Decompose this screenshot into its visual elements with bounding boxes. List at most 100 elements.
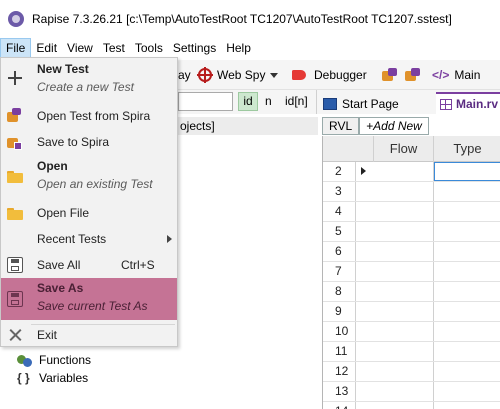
tab-start-page[interactable]: Start Page — [323, 94, 399, 114]
save-to-spira-label: Save to Spira — [37, 135, 110, 149]
table-row[interactable]: 2 — [323, 162, 500, 182]
tab-main-rvl-label: Main.rv — [456, 97, 499, 111]
type-cell[interactable] — [434, 222, 500, 241]
column-header-type[interactable]: Type — [434, 136, 500, 162]
table-row[interactable]: 13 — [323, 382, 500, 402]
code-icon: </> — [432, 68, 450, 82]
flow-cell[interactable] — [374, 162, 434, 181]
menu-file[interactable]: File — [0, 38, 32, 58]
menu-item-open-test-from-spira[interactable]: Open Test from Spira — [1, 106, 177, 126]
flow-cell[interactable] — [374, 222, 434, 241]
type-cell[interactable] — [434, 362, 500, 381]
flow-cell[interactable] — [374, 182, 434, 201]
row-number: 3 — [323, 182, 356, 201]
braces-icon: { } — [17, 371, 30, 385]
save-as-label: Save As — [37, 281, 84, 295]
type-cell[interactable] — [434, 402, 500, 409]
type-cell[interactable] — [434, 342, 500, 361]
flow-cell[interactable] — [374, 202, 434, 221]
table-row[interactable]: 9 — [323, 302, 500, 322]
type-cell[interactable] — [434, 162, 500, 181]
n-filter-button[interactable]: n — [265, 92, 272, 111]
tree-item-variables[interactable]: { } Variables — [17, 369, 88, 387]
type-cell[interactable] — [434, 242, 500, 261]
table-row[interactable]: 4 — [323, 202, 500, 222]
tree-item-functions[interactable]: Functions — [17, 351, 91, 369]
menu-help[interactable]: Help — [221, 38, 256, 58]
add-new-sheet-button[interactable]: +Add New — [359, 117, 429, 135]
floppy-disk-icon — [7, 257, 23, 273]
chevron-down-icon[interactable] — [270, 72, 279, 78]
column-header-flow[interactable]: Flow — [374, 136, 434, 162]
recent-tests-label: Recent Tests — [37, 232, 107, 246]
flow-cell[interactable] — [374, 382, 434, 401]
tab-rvl-sheet[interactable]: RVL — [322, 117, 360, 135]
table-row[interactable]: 12 — [323, 362, 500, 382]
menu-item-save-as[interactable]: Save As Save current Test As — [1, 278, 177, 320]
idn-filter-button[interactable]: id[n] — [285, 92, 308, 111]
new-test-label: New Test — [37, 62, 89, 76]
row-number: 7 — [323, 262, 356, 281]
spira-save-toolbar-button[interactable] — [405, 66, 425, 84]
row-number: 6 — [323, 242, 356, 261]
web-spy-button[interactable]: Web Spy — [197, 66, 279, 84]
type-cell[interactable] — [434, 382, 500, 401]
window-title: Rapise 7.3.26.21 [c:\Temp\AutoTestRoot T… — [32, 12, 452, 26]
play-button[interactable]: ay — [178, 66, 191, 84]
flow-cell[interactable] — [374, 322, 434, 341]
open-from-spira-label: Open Test from Spira — [37, 109, 151, 123]
debugger-button[interactable]: Debugger — [292, 66, 367, 84]
menu-item-new-test[interactable]: New Test Create a new Test — [1, 58, 177, 98]
type-cell[interactable] — [434, 262, 500, 281]
menu-tools[interactable]: Tools — [130, 38, 168, 58]
main-button[interactable]: </> Main — [432, 66, 480, 84]
row-number: 5 — [323, 222, 356, 241]
menu-item-open[interactable]: Open Open an existing Test — [1, 156, 177, 196]
grid-header: Flow Type — [323, 136, 500, 162]
table-row[interactable]: 7 — [323, 262, 500, 282]
table-row[interactable]: 11 — [323, 342, 500, 362]
rvl-grid[interactable]: Flow Type 234567891011121314 — [322, 136, 500, 409]
table-row[interactable]: 10 — [323, 322, 500, 342]
flow-cell[interactable] — [374, 402, 434, 409]
menu-view[interactable]: View — [62, 38, 98, 58]
table-row[interactable]: 8 — [323, 282, 500, 302]
objects-tree-header[interactable]: ojects] — [178, 117, 318, 135]
menu-item-recent-tests[interactable]: Recent Tests — [1, 229, 177, 249]
spira-open-icon — [7, 108, 23, 124]
open-label: Open — [37, 159, 68, 173]
type-cell[interactable] — [434, 282, 500, 301]
table-row[interactable]: 6 — [323, 242, 500, 262]
flow-cell[interactable] — [374, 282, 434, 301]
menu-settings[interactable]: Settings — [168, 38, 221, 58]
menu-item-exit[interactable]: Exit — [1, 325, 177, 345]
tab-main-rvl[interactable]: Main.rv — [436, 92, 500, 114]
object-search-input[interactable] — [178, 92, 233, 111]
spira-toolbar-button[interactable] — [382, 66, 402, 84]
table-row[interactable]: 14 — [323, 402, 500, 409]
flow-cell[interactable] — [374, 362, 434, 381]
type-cell[interactable] — [434, 182, 500, 201]
start-page-icon — [323, 98, 337, 110]
main-label: Main — [454, 68, 481, 82]
id-filter-button[interactable]: id — [238, 92, 258, 111]
flow-cell[interactable] — [374, 302, 434, 321]
web-spy-label: Web Spy — [217, 68, 266, 82]
flow-cell[interactable] — [374, 242, 434, 261]
flow-cell[interactable] — [374, 262, 434, 281]
menu-edit[interactable]: Edit — [31, 38, 62, 58]
menu-test[interactable]: Test — [98, 38, 130, 58]
flow-cell[interactable] — [374, 342, 434, 361]
menu-item-save-to-spira[interactable]: Save to Spira — [1, 132, 177, 152]
file-menu-dropdown: New Test Create a new Test Open Test fro… — [0, 57, 178, 347]
type-cell[interactable] — [434, 302, 500, 321]
folder-icon — [7, 168, 23, 184]
current-row-marker-icon — [361, 167, 366, 175]
table-row[interactable]: 5 — [323, 222, 500, 242]
type-cell[interactable] — [434, 322, 500, 341]
menu-item-open-file[interactable]: Open File — [1, 203, 177, 223]
menu-item-save-all[interactable]: Save All Ctrl+S — [1, 255, 177, 275]
chevron-right-icon — [167, 235, 172, 243]
type-cell[interactable] — [434, 202, 500, 221]
table-row[interactable]: 3 — [323, 182, 500, 202]
